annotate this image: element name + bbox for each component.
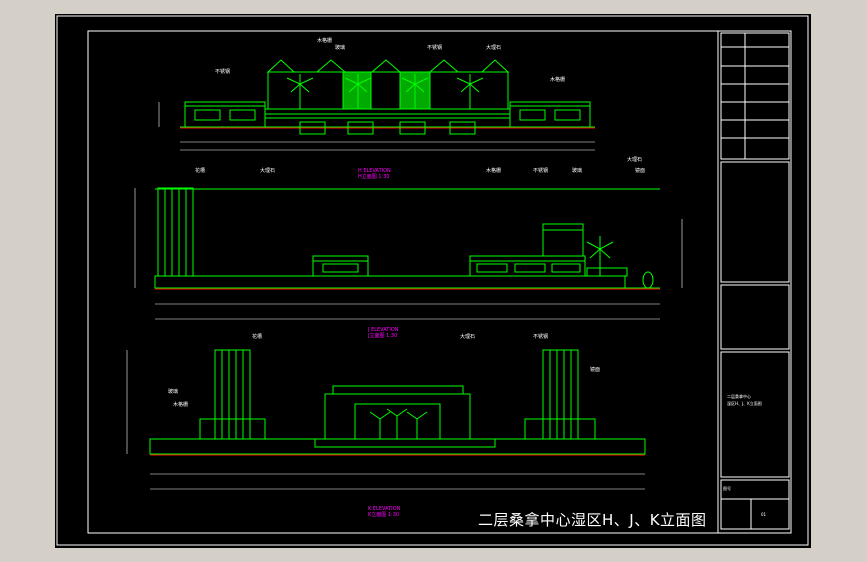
title-block-sheet-name: 湿区H、J、K立面图 <box>727 401 762 406</box>
title-block-project: 二层桑拿中心 <box>727 394 751 399</box>
title-block-cell <box>720 161 790 283</box>
bench-railing <box>312 255 369 277</box>
palm-plant <box>286 74 484 109</box>
right-railing <box>469 255 586 277</box>
right-column <box>542 349 579 440</box>
note-marble: 大理石 <box>627 157 643 163</box>
note-glass: 玻璃 <box>335 45 346 51</box>
note-wood-grille: 木格栅 <box>317 38 333 44</box>
view-scale-k: K立面图 1:30 <box>368 512 400 518</box>
note-wood-grille: 木格栅 <box>486 168 502 174</box>
vase <box>642 271 654 289</box>
title-block-cell <box>720 479 790 530</box>
note-glass: 玻璃 <box>572 168 583 174</box>
left-column <box>157 187 194 277</box>
roof <box>370 59 402 73</box>
base-platform <box>154 275 626 289</box>
roof <box>315 59 347 73</box>
note-mirror: 镜面 <box>590 367 601 373</box>
note-stainless: 不锈钢 <box>427 45 443 51</box>
left-railing <box>199 418 266 440</box>
planter <box>586 267 628 277</box>
note-wood-grille: 木格栅 <box>550 77 566 83</box>
view-scale-j: J立面图 1:30 <box>368 333 398 339</box>
note-planter: 花槽 <box>252 334 263 340</box>
cad-drawing <box>56 15 809 546</box>
palm-plant <box>369 408 428 439</box>
note-stainless: 不锈钢 <box>533 168 549 174</box>
elevation-k <box>126 349 646 490</box>
palm-plant <box>586 236 614 276</box>
outer-border <box>56 15 809 546</box>
drawing-caption: 二层桑拿中心湿区H、J、K立面图 <box>478 511 707 529</box>
gazebo-wall <box>267 71 509 110</box>
note-wood-grille: 木格栅 <box>173 402 189 408</box>
roof <box>480 59 510 73</box>
note-marble: 大理石 <box>460 334 476 340</box>
title-block-label: 图号 <box>723 486 731 491</box>
left-column <box>214 349 251 440</box>
elevation-j <box>134 187 683 320</box>
drawing-sheet: H ELEVATION H立面图 1:30 J ELEVATION J立面图 1… <box>55 14 811 548</box>
note-marble: 大理石 <box>486 45 502 51</box>
step <box>314 438 496 448</box>
roof <box>428 59 460 73</box>
title-block-cell <box>720 284 790 350</box>
note-glass: 玻璃 <box>168 389 179 395</box>
note-planter: 花槽 <box>195 168 206 174</box>
note-stainless: 不锈钢 <box>215 69 231 75</box>
title-block-cell <box>720 351 790 478</box>
note-marble: 大理石 <box>260 168 276 174</box>
title-block-sheet-no: 01 <box>761 512 767 517</box>
cabinet <box>542 223 584 257</box>
note-mirror: 镜面 <box>635 168 646 174</box>
view-scale-h: H立面图 1:30 <box>358 174 390 180</box>
title-block-cell <box>720 32 790 160</box>
right-railing <box>524 418 596 440</box>
roof <box>266 59 296 73</box>
note-stainless: 不锈钢 <box>533 334 549 340</box>
